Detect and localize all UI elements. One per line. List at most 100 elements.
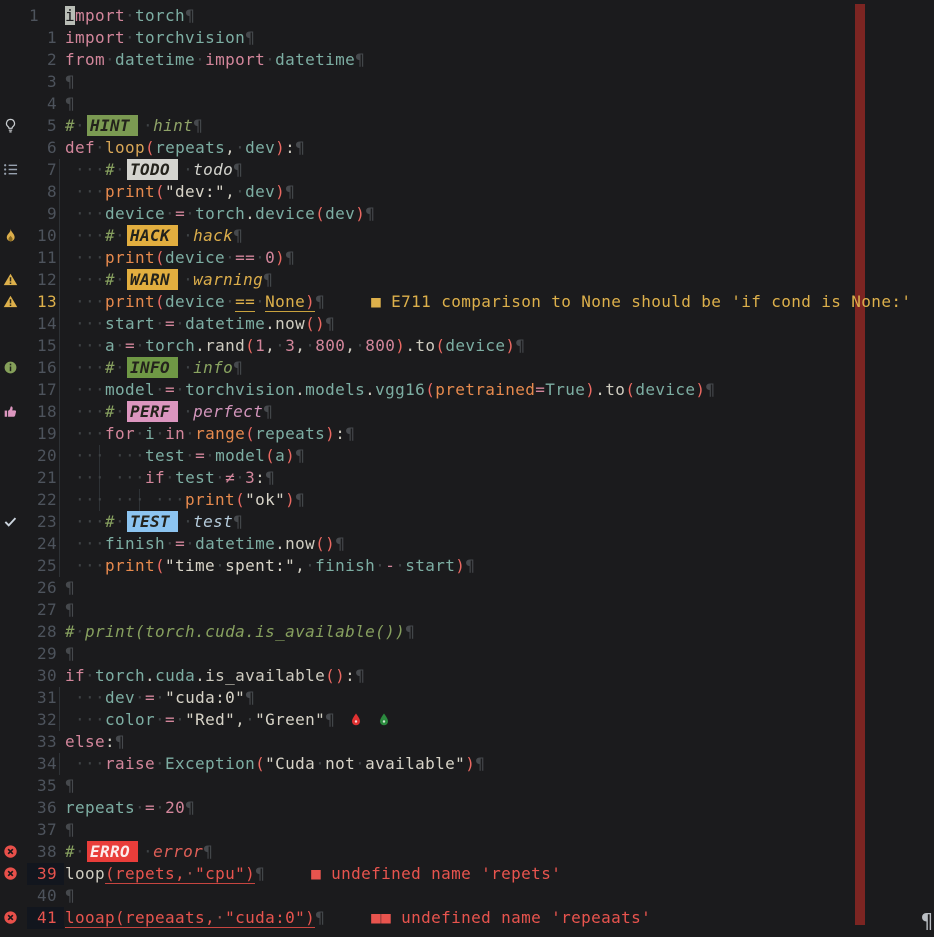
code-line[interactable]: 10 ···#·HACK·hack¶ xyxy=(0,225,934,247)
token: , xyxy=(225,138,235,157)
line-number[interactable]: 11 xyxy=(0,247,57,269)
line-number[interactable]: 40 xyxy=(0,885,57,907)
code-line[interactable]: 9 ···device·=·torch.device(dev)¶ xyxy=(0,203,934,225)
line-number[interactable]: 39 xyxy=(0,863,57,885)
line-number[interactable]: 6 xyxy=(0,137,57,159)
token: ( xyxy=(245,424,255,443)
code-line[interactable]: 7 ···#·TODO·todo¶ xyxy=(0,159,934,181)
code-line[interactable]: 37¶ xyxy=(0,819,934,841)
eol-pilcrow-marker: ¶ xyxy=(705,380,715,399)
code-line[interactable]: 13 ···print(device·==·None)¶■ E711 compa… xyxy=(0,291,934,313)
line-number[interactable]: 41 xyxy=(0,907,57,929)
code-line[interactable]: 5#·HINT·hint¶ xyxy=(0,115,934,137)
line-number[interactable]: 7 xyxy=(0,159,57,181)
token: datetime xyxy=(185,314,265,333)
line-number[interactable]: 25 xyxy=(0,555,57,577)
line-number[interactable]: 5 xyxy=(0,115,57,137)
code-line[interactable]: 27¶ xyxy=(0,599,934,621)
line-number[interactable]: 12 xyxy=(0,269,57,291)
line-number[interactable]: 24 xyxy=(0,533,57,555)
code-line[interactable]: 29¶ xyxy=(0,643,934,665)
line-number[interactable]: 13 xyxy=(0,291,57,313)
code-line[interactable]: 31 ···dev·=·"cuda:0"¶ xyxy=(0,687,934,709)
code-line[interactable]: 30if·torch.cuda.is_available():¶ xyxy=(0,665,934,687)
line-number[interactable]: 21 xyxy=(0,467,57,489)
code-line[interactable]: 4¶ xyxy=(0,93,934,115)
line-number[interactable]: 10 xyxy=(0,225,57,247)
line-number[interactable]: 3 xyxy=(0,71,57,93)
line-number[interactable]: 14 xyxy=(0,313,57,335)
code-line[interactable]: 41looap(repeaats,·"cuda:0")¶■■ undefined… xyxy=(0,907,934,929)
line-number[interactable]: 4 xyxy=(0,93,57,115)
code-line[interactable]: 35 ¶ xyxy=(0,775,934,797)
code-line[interactable]: 26¶ xyxy=(0,577,934,599)
eol-pilcrow-marker: ¶ xyxy=(65,776,75,795)
line-text: import·torchvision¶ xyxy=(65,27,255,49)
code-line[interactable]: 19 ···for·i·in·range(repeats):¶ xyxy=(0,423,934,445)
code-line[interactable]: 32 ···color·=·"Red",·"Green"¶ xyxy=(0,709,934,731)
code-line[interactable]: 6def·loop(repeats,·dev):¶ xyxy=(0,137,934,159)
line-number[interactable]: 15 xyxy=(0,335,57,357)
line-number[interactable]: 38 xyxy=(0,841,57,863)
line-number[interactable]: 20 xyxy=(0,445,57,467)
token: model xyxy=(105,380,155,399)
token: "cpu" xyxy=(195,864,245,884)
line-number[interactable]: 29 xyxy=(0,643,57,665)
code-line[interactable]: 24 ···finish·=·datetime.now()¶ xyxy=(0,533,934,555)
token: device xyxy=(255,204,315,223)
code-line[interactable]: 25 ···print("time·spent:",·finish·-·star… xyxy=(0,555,934,577)
space-dot: · xyxy=(305,336,315,355)
line-number[interactable]: 35 xyxy=(0,775,57,797)
code-line[interactable]: 12 ···#·WARN·warning¶ xyxy=(0,269,934,291)
code-line[interactable]: 16 ···#·INFO·info¶ xyxy=(0,357,934,379)
line-number[interactable]: 1 xyxy=(0,27,57,49)
line-number[interactable]: 22 xyxy=(0,489,57,511)
code-line[interactable]: 11 ···print(device·==·0)¶ xyxy=(0,247,934,269)
code-line[interactable]: 17 ···model·=·torchvision.models.vgg16(p… xyxy=(0,379,934,401)
line-number[interactable]: 31 xyxy=(0,687,57,709)
code-line[interactable]: 20 ··· ···test·=·model(a)¶ xyxy=(0,445,934,467)
line-number[interactable]: 23 xyxy=(0,511,57,533)
line-text: ¶ xyxy=(65,93,75,115)
line-number[interactable]: 16 xyxy=(0,357,57,379)
code-line[interactable]: 3¶ xyxy=(0,71,934,93)
token: = xyxy=(175,534,185,553)
code-line[interactable]: 8 ···print("dev:",·dev)¶ xyxy=(0,181,934,203)
line-number[interactable]: 37 xyxy=(0,819,57,841)
code-line[interactable]: 28#·print(torch.cuda.is_available())¶ xyxy=(0,621,934,643)
eol-pilcrow-marker: ¶ xyxy=(335,534,345,553)
code-line[interactable]: 15 ···a·=·torch.rand(1,·3,·800,·800).to(… xyxy=(0,335,934,357)
code-line[interactable]: 14 ···start·=·datetime.now()¶ xyxy=(0,313,934,335)
line-number[interactable]: 1 xyxy=(0,5,57,27)
code-line[interactable]: 34 ···raise·Exception("Cuda·not·availabl… xyxy=(0,753,934,775)
token: loop xyxy=(105,138,145,157)
line-number[interactable]: 30 xyxy=(0,665,57,687)
token: # xyxy=(105,402,115,421)
line-number[interactable]: 18 xyxy=(0,401,57,423)
code-line[interactable]: 36repeats·=·20¶ xyxy=(0,797,934,819)
line-number[interactable]: 8 xyxy=(0,181,57,203)
line-number[interactable]: 26 xyxy=(0,577,57,599)
line-number[interactable]: 19 xyxy=(0,423,57,445)
code-line[interactable]: 23 ···#·TEST·test¶ xyxy=(0,511,934,533)
line-number[interactable]: 9 xyxy=(0,203,57,225)
code-line[interactable]: 39loop(repets,·"cpu")¶■ undefined name '… xyxy=(0,863,934,885)
code-line[interactable]: 1 import·torchvision¶ xyxy=(0,27,934,49)
code-line[interactable]: 38#·ERRO·error¶ xyxy=(0,841,934,863)
code-line[interactable]: 33else:¶ xyxy=(0,731,934,753)
line-number[interactable]: 33 xyxy=(0,731,57,753)
line-number[interactable]: 17 xyxy=(0,379,57,401)
line-number[interactable]: 34 xyxy=(0,753,57,775)
code-line[interactable]: 1import·torch¶ xyxy=(0,5,934,27)
line-number[interactable]: 2 xyxy=(0,49,57,71)
code-line[interactable]: 18 ···#·PERF·perfect¶ xyxy=(0,401,934,423)
code-line[interactable]: 22 ··· ··· ···print("ok")¶ xyxy=(0,489,934,511)
code-line[interactable]: 2from·datetime·import·datetime¶ xyxy=(0,49,934,71)
token: a xyxy=(275,446,285,465)
line-number[interactable]: 28 xyxy=(0,621,57,643)
code-line[interactable]: 21 ··· ···if·test·≠·3:¶ xyxy=(0,467,934,489)
line-number[interactable]: 36 xyxy=(0,797,57,819)
line-number[interactable]: 32 xyxy=(0,709,57,731)
code-line[interactable]: 40¶ xyxy=(0,885,934,907)
line-number[interactable]: 27 xyxy=(0,599,57,621)
